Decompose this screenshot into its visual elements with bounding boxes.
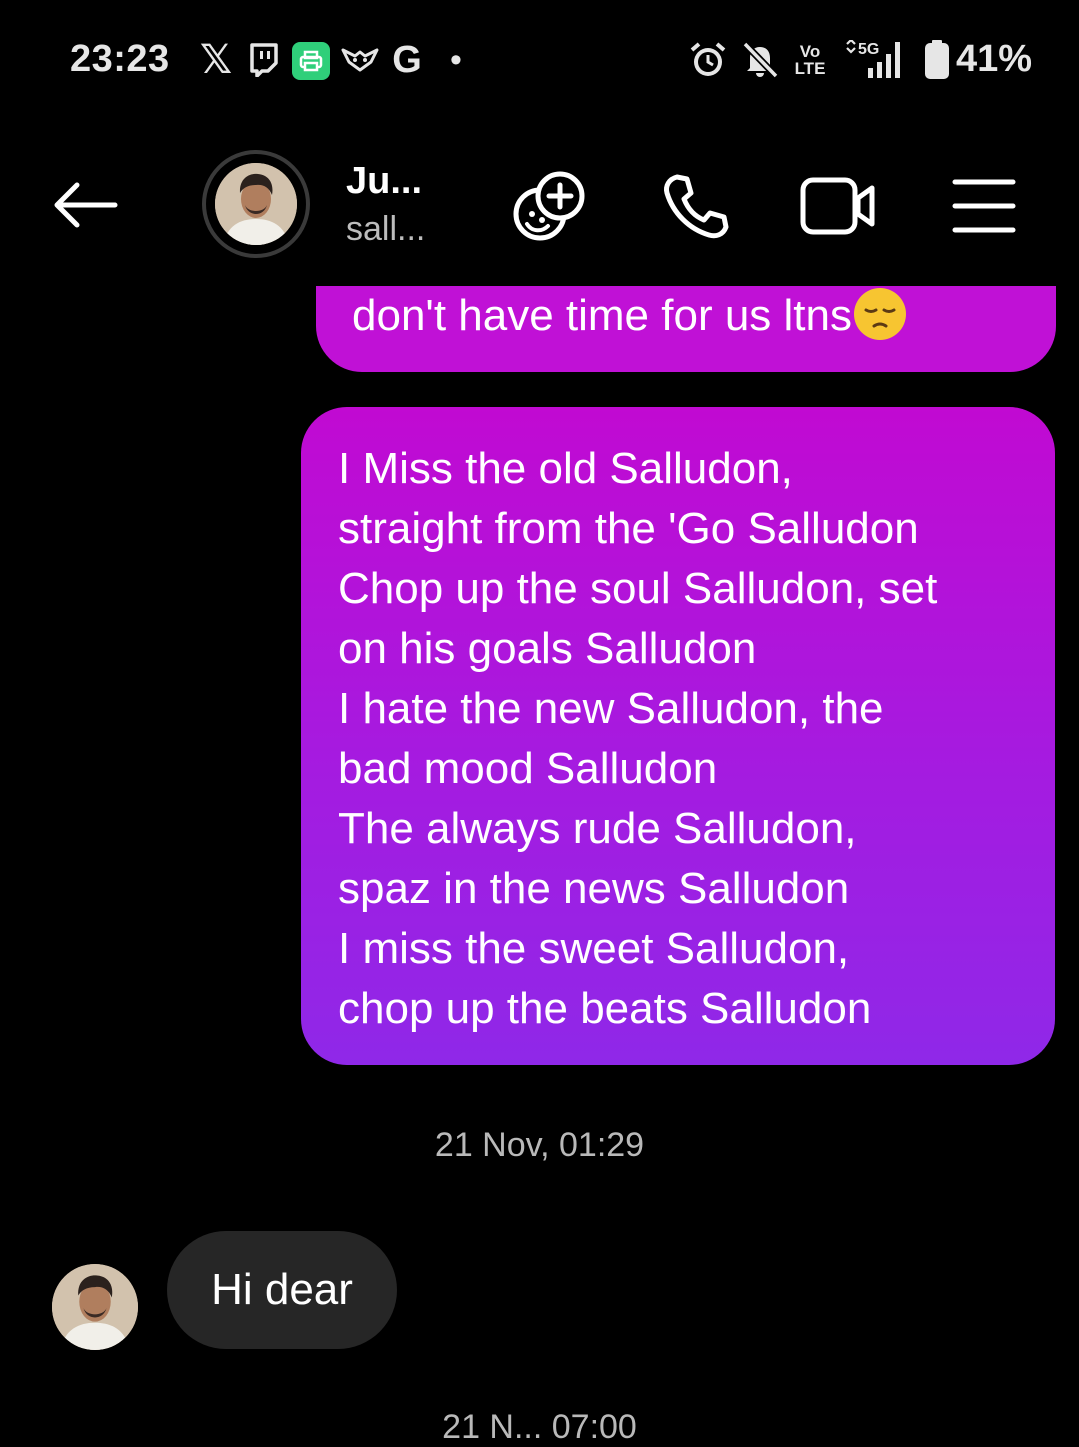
battery-icon (922, 40, 952, 80)
google-icon: G (392, 38, 422, 81)
message-line: The always rude Salludon, (338, 804, 857, 853)
menu-icon (952, 179, 1016, 233)
pensive-face-emoji (853, 288, 906, 340)
message-line: straight from the 'Go Salludon (338, 504, 919, 553)
mute-icon (740, 40, 780, 80)
fox-app-icon (340, 40, 380, 80)
message-timestamp: 21 Nov, 01:29 (434, 1126, 645, 1164)
contact-username[interactable]: sall... (346, 210, 425, 249)
alarm-icon (688, 40, 728, 80)
volte-bottom-label: LTE (794, 59, 826, 78)
message-line: spaz in the news Salludon (338, 864, 850, 913)
x-icon: 𝕏 (199, 38, 233, 82)
svg-text:5G: 5G (858, 41, 879, 58)
back-arrow-icon (54, 182, 118, 228)
sent-message-bubble[interactable]: don't have time for us ltns (316, 286, 1056, 372)
sent-message-text: I Miss the old Salludon, straight from t… (338, 439, 1035, 1039)
video-call-button[interactable] (798, 168, 878, 244)
phone-call-icon (664, 174, 729, 239)
twitch-icon (248, 40, 280, 80)
message-line: I Miss the old Salludon, (338, 444, 793, 493)
volte-icon: Vo LTE (792, 40, 828, 80)
message-line: I hate the new Salludon, the (338, 684, 884, 733)
received-message-text: Hi dear (211, 1265, 353, 1314)
message-line: bad mood Salludon (338, 744, 718, 793)
video-call-icon (800, 177, 875, 235)
sent-message-bubble[interactable]: I Miss the old Salludon, straight from t… (301, 407, 1055, 1065)
next-message-timestamp: 21 N... 07:00 (442, 1408, 637, 1446)
sender-avatar[interactable] (52, 1264, 138, 1350)
battery-percent: 41% (956, 38, 1033, 80)
received-message-bubble[interactable]: Hi dear (167, 1231, 397, 1349)
back-button[interactable] (44, 170, 124, 240)
status-time: 23:23 (70, 38, 170, 80)
message-line: chop up the beats Salludon (338, 984, 872, 1033)
contact-name[interactable]: Ju... (346, 160, 422, 203)
effects-button[interactable] (510, 168, 590, 244)
printer-app-icon (292, 42, 330, 80)
signal-5g-icon: 5G (842, 40, 912, 80)
sent-message-text: don't have time for us ltns (352, 288, 906, 341)
menu-button[interactable] (944, 168, 1024, 244)
contact-avatar[interactable] (202, 150, 310, 258)
effects-icon (513, 171, 585, 241)
message-line: I miss the sweet Salludon, (338, 924, 850, 973)
message-line: Chop up the soul Salludon, set (338, 564, 938, 613)
volte-top-label: Vo (799, 42, 821, 61)
sent-message-text-body: don't have time for us ltns (352, 291, 852, 340)
voice-call-button[interactable] (656, 168, 736, 244)
avatar-photo (215, 163, 297, 245)
message-line: on his goals Salludon (338, 624, 757, 673)
dot-icon: • (450, 40, 462, 79)
